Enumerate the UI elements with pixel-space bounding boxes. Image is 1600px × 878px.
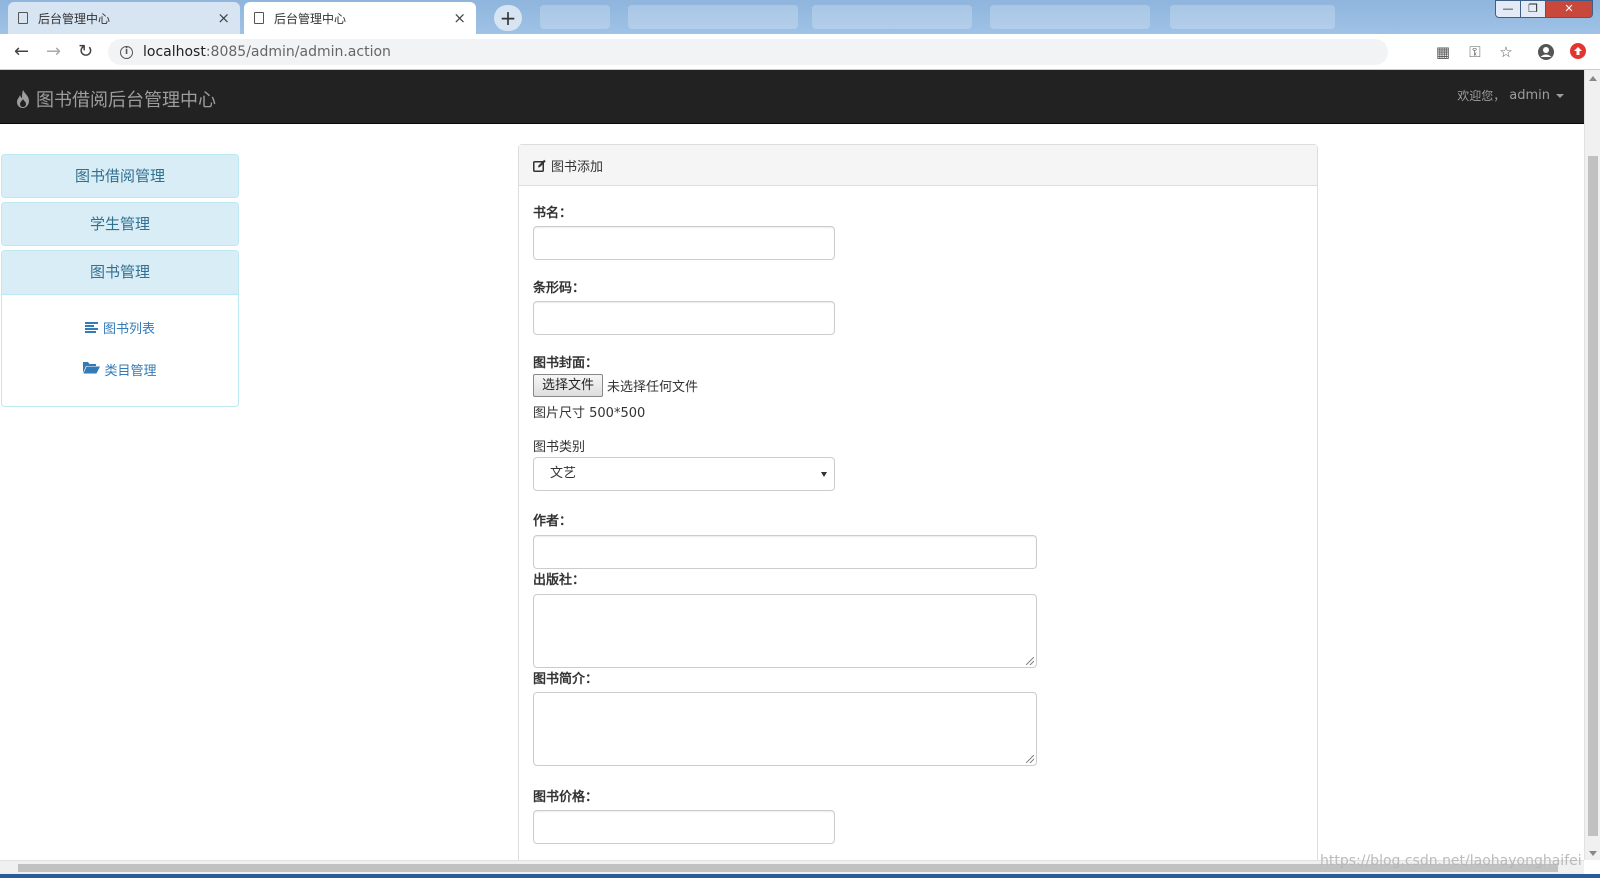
sidebar-link-book-list[interactable]: 图书列表 [2,317,238,337]
panel-title: 图书添加 [551,159,604,175]
info-icon[interactable]: i [120,45,133,59]
category-select[interactable]: 文艺 [533,457,835,491]
caret-down-icon [1556,93,1564,98]
sidebar-group-book-management: 图书管理 图书列表 类目管理 [1,250,239,407]
background-window-strip [1170,5,1335,29]
back-arrow-icon[interactable]: ← [14,41,29,63]
dropdown-arrow-icon [821,472,827,477]
close-tab-icon[interactable]: × [217,9,230,27]
sidebar: 图书借阅管理 学生管理 图书管理 图书列表 类目管理 [1,154,239,407]
address-bar[interactable]: i localhost:8085/admin/admin.action [108,39,1388,65]
book-add-panel: 图书添加 书名： 条形码： 图书封面： 选择文件 未选择任何文件 图片尺寸 50… [518,144,1318,878]
welcome-text: 欢迎您， [1457,89,1506,103]
publisher-textarea[interactable] [533,594,1037,668]
edit-icon [533,159,546,172]
barcode-label: 条形码： [533,281,586,296]
background-window-strip [812,5,972,29]
cover-file-input: 选择文件 未选择任何文件 [533,374,698,397]
intro-textarea[interactable] [533,692,1037,766]
key-icon[interactable]: ⚿ [1466,43,1484,61]
scroll-up-arrow-icon[interactable] [1589,76,1597,81]
category-selected-value: 文艺 [550,466,577,481]
user-dropdown[interactable]: 欢迎您， admin [1457,87,1564,104]
os-taskbar [0,874,1600,878]
sidebar-submenu: 图书列表 类目管理 [2,295,238,406]
account-icon[interactable] [1537,43,1555,61]
scrollbar-thumb[interactable] [1588,156,1598,836]
barcode-input[interactable] [533,301,835,335]
browser-tab-title: 后台管理中心 [274,11,347,26]
browser-tab-title: 后台管理中心 [38,11,111,26]
intro-label: 图书简介： [533,672,599,687]
url-host: localhost [143,44,206,60]
background-window-strip [540,5,610,29]
app-navbar: 图书借阅后台管理中心 欢迎您， admin [0,70,1584,124]
minimize-window-button[interactable]: — [1495,0,1521,18]
author-label: 作者： [533,514,573,529]
watermark: https://blog.csdn.net/laohayonghaifei [1320,853,1582,869]
url-path: :8085/admin/admin.action [205,44,391,60]
reload-icon[interactable]: ↻ [78,41,93,63]
brand[interactable]: 图书借阅后台管理中心 [16,86,216,112]
author-input[interactable] [533,535,1037,569]
resize-grip-icon[interactable] [1026,657,1034,665]
choose-file-button[interactable]: 选择文件 [533,374,604,397]
vertical-scrollbar[interactable] [1584,70,1600,860]
book-name-input[interactable] [533,226,835,260]
fire-icon [17,90,29,108]
browser-tab-2[interactable]: 后台管理中心 × [244,2,476,34]
background-window-strip [628,5,798,29]
maximize-window-button[interactable]: ❐ [1520,0,1546,18]
book-name-label: 书名： [533,206,573,221]
page-icon [18,12,28,24]
resize-grip-icon[interactable] [1026,755,1034,763]
sidebar-link-label: 图书列表 [102,321,155,337]
panel-heading: 图书添加 [519,145,1317,186]
sidebar-item-book-management[interactable]: 图书管理 [2,251,238,295]
bookmark-star-icon[interactable]: ☆ [1497,43,1515,61]
browser-tab-strip: 后台管理中心 × 后台管理中心 × + — ❐ ✕ [0,0,1600,34]
folder-open-icon [83,361,101,378]
browser-tab-1[interactable]: 后台管理中心 × [8,2,240,34]
background-window-strip [990,5,1150,29]
sidebar-link-label: 类目管理 [104,363,157,379]
list-icon [84,321,99,333]
brand-title: 图书借阅后台管理中心 [36,90,216,111]
cover-label: 图书封面： [533,356,599,371]
file-status: 未选择任何文件 [607,380,699,395]
page-icon [254,12,264,24]
update-icon[interactable] [1569,43,1587,61]
browser-toolbar: ← → ↻ i localhost:8085/admin/admin.actio… [0,34,1600,70]
category-label: 图书类别 [533,440,586,455]
price-label: 图书价格： [533,790,599,805]
scroll-down-arrow-icon[interactable] [1589,851,1597,856]
new-tab-button[interactable]: + [494,5,522,31]
sidebar-link-category-management[interactable]: 类目管理 [2,359,238,379]
price-input[interactable] [533,810,835,844]
translate-icon[interactable]: ▦ [1434,43,1452,61]
forward-arrow-icon[interactable]: → [46,41,61,63]
sidebar-item-student-management[interactable]: 学生管理 [1,202,239,246]
publisher-label: 出版社： [533,573,586,588]
cover-size-hint: 图片尺寸 500*500 [533,406,646,421]
close-tab-icon[interactable]: × [453,9,466,27]
username: admin [1509,88,1550,103]
close-window-button[interactable]: ✕ [1545,0,1593,18]
sidebar-item-borrow-management[interactable]: 图书借阅管理 [1,154,239,198]
